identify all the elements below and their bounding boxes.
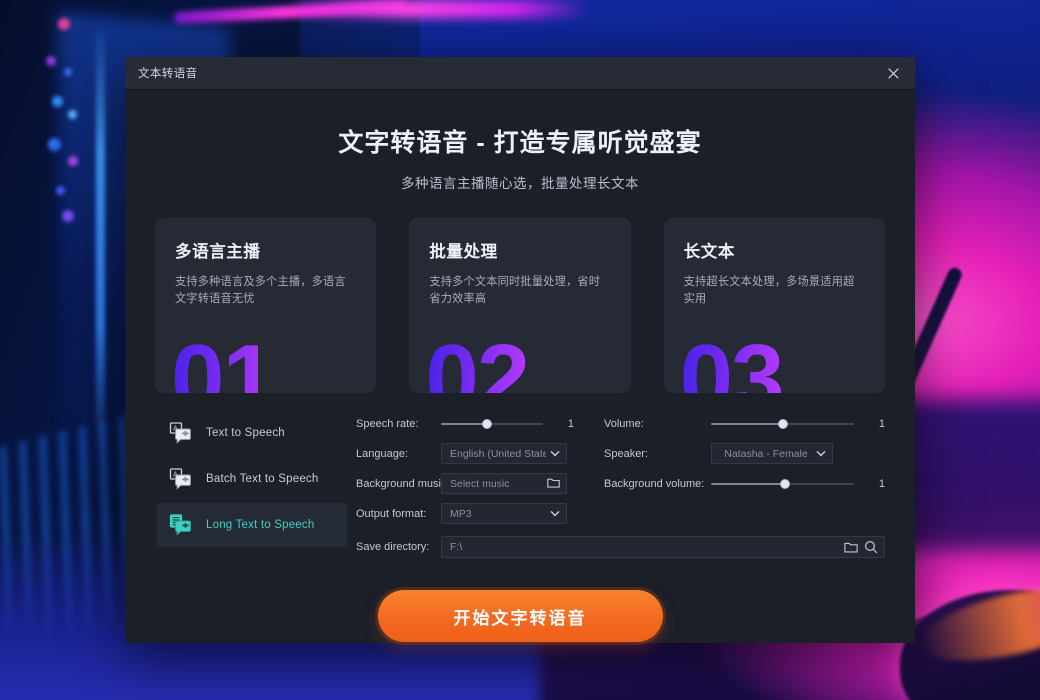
- output-format-label: Output format:: [356, 507, 427, 520]
- text-to-speech-icon: A: [169, 422, 193, 444]
- speech-rate-row: Speech rate: 1: [356, 411, 574, 436]
- background-volume-row: Background volume: 1: [604, 471, 885, 496]
- speaker-label: Speaker:: [604, 447, 649, 460]
- background-volume-slider[interactable]: [711, 475, 854, 493]
- feature-card-title: 长文本: [683, 243, 735, 261]
- speaker-row: Speaker: Natasha - Female: [604, 441, 885, 466]
- window-title: 文本转语音: [138, 68, 198, 80]
- output-format-row: Output format: MP3: [356, 501, 574, 526]
- folder-icon[interactable]: [844, 541, 858, 553]
- folder-icon[interactable]: [547, 477, 560, 490]
- slider-knob[interactable]: [481, 418, 492, 429]
- close-icon: [887, 67, 899, 79]
- hero-section: 文字转语音 - 打造专属听觉盛宴 多种语言主播随心选，批量处理长文本: [155, 90, 885, 192]
- volume-value: 1: [878, 417, 885, 430]
- text-to-speech-dialog: 文本转语音 文字转语音 - 打造专属听觉盛宴 多种语言主播随心选，批量处理长文本…: [125, 57, 915, 643]
- menu-item-label: Text to Speech: [206, 427, 285, 439]
- dialog-body: 文字转语音 - 打造专属听觉盛宴 多种语言主播随心选，批量处理长文本 多语言主播…: [125, 90, 915, 643]
- feature-card-desc: 支持超长文本处理，多场景适用超实用: [683, 276, 855, 306]
- feature-card-title: 多语言主播: [175, 243, 261, 261]
- cta-area: 开始文字转语音: [155, 590, 885, 642]
- background-music-value: Select music: [450, 477, 510, 490]
- output-format-value: MP3: [450, 507, 472, 520]
- title-bar: 文本转语音: [125, 57, 915, 90]
- speaker-value: Natasha - Female: [724, 447, 808, 460]
- menu-item-batch-text-to-speech[interactable]: A Batch Text to Speech: [157, 457, 347, 501]
- language-row: Language: English (United States): [356, 441, 574, 466]
- speech-rate-label: Speech rate:: [356, 417, 419, 430]
- background-volume-label: Background volume:: [604, 477, 705, 490]
- slider-fill: [441, 422, 487, 425]
- settings-right-column: Volume: 1 Speaker: Natasha - Female Back…: [574, 411, 885, 531]
- chevron-down-icon: [550, 509, 560, 519]
- feature-card: 多语言主播 支持多种语言及多个主播，多语言文字转语音无忧 01: [155, 218, 377, 394]
- save-directory-input[interactable]: F:\: [441, 536, 885, 558]
- menu-item-long-text-to-speech[interactable]: Long Text to Speech: [157, 503, 347, 547]
- menu-item-label: Batch Text to Speech: [206, 473, 319, 485]
- settings-left-column: Speech rate: 1 Language: English (United…: [356, 411, 574, 531]
- speaker-select[interactable]: Natasha - Female: [711, 443, 833, 464]
- volume-slider[interactable]: [711, 415, 854, 433]
- start-conversion-button[interactable]: 开始文字转语音: [377, 590, 663, 642]
- wallpaper-neon-bar-2: [290, 0, 590, 18]
- speech-rate-slider[interactable]: [441, 415, 543, 433]
- background-music-input[interactable]: Select music: [441, 473, 567, 494]
- slider-fill: [711, 422, 783, 425]
- language-value: English (United States): [450, 447, 546, 460]
- feature-card-desc: 支持多种语言及多个主播，多语言文字转语音无忧: [175, 276, 346, 306]
- lower-section: A Text to Speech A Batch Text to Speech …: [155, 411, 885, 558]
- save-directory-row: Save directory: F:\: [356, 536, 885, 558]
- menu-item-text-to-speech[interactable]: A Text to Speech: [157, 411, 347, 455]
- speech-rate-value: 1: [567, 417, 574, 430]
- feature-card-desc: 支持多个文本同时批量处理，省时省力效率高: [429, 276, 601, 306]
- background-volume-value: 1: [878, 477, 885, 490]
- slider-knob[interactable]: [780, 478, 791, 489]
- chevron-down-icon: [550, 449, 560, 459]
- feature-cards: 多语言主播 支持多种语言及多个主播，多语言文字转语音无忧 01 批量处理 支持多…: [155, 218, 885, 393]
- menu-item-label: Long Text to Speech: [206, 519, 315, 531]
- batch-text-to-speech-icon: A: [169, 468, 193, 490]
- search-icon[interactable]: [864, 540, 878, 554]
- background-music-row: Background music: Select music: [356, 471, 574, 496]
- mode-menu: A Text to Speech A Batch Text to Speech …: [155, 411, 347, 558]
- feature-card-number: 02: [425, 331, 530, 394]
- volume-row: Volume: 1: [604, 411, 885, 436]
- feature-card-number: 01: [171, 331, 276, 394]
- chevron-down-icon: [816, 449, 826, 459]
- feature-card: 长文本 支持超长文本处理，多场景适用超实用 03: [663, 218, 885, 394]
- feature-card-title: 批量处理: [429, 243, 498, 261]
- settings-panel: Speech rate: 1 Language: English (United…: [347, 411, 885, 558]
- save-directory-actions: [844, 540, 878, 554]
- page-subtitle: 多种语言主播随心选，批量处理长文本: [401, 176, 639, 191]
- background-music-label: Background music:: [356, 477, 450, 490]
- feature-card: 批量处理 支持多个文本同时批量处理，省时省力效率高 02: [409, 218, 631, 394]
- save-directory-label: Save directory:: [356, 541, 430, 553]
- close-button[interactable]: [871, 57, 915, 89]
- volume-label: Volume:: [604, 417, 644, 430]
- slider-fill: [711, 482, 786, 485]
- page-title: 文字转语音 - 打造专属听觉盛宴: [338, 129, 702, 157]
- output-format-select[interactable]: MP3: [441, 503, 567, 524]
- long-text-to-speech-icon: [169, 514, 193, 536]
- slider-knob[interactable]: [777, 418, 788, 429]
- feature-card-number: 03: [680, 331, 785, 394]
- wallpaper-bokeh-dots: [38, 10, 128, 250]
- language-select[interactable]: English (United States): [441, 443, 567, 464]
- language-label: Language:: [356, 447, 408, 460]
- save-directory-value: F:\: [450, 541, 463, 553]
